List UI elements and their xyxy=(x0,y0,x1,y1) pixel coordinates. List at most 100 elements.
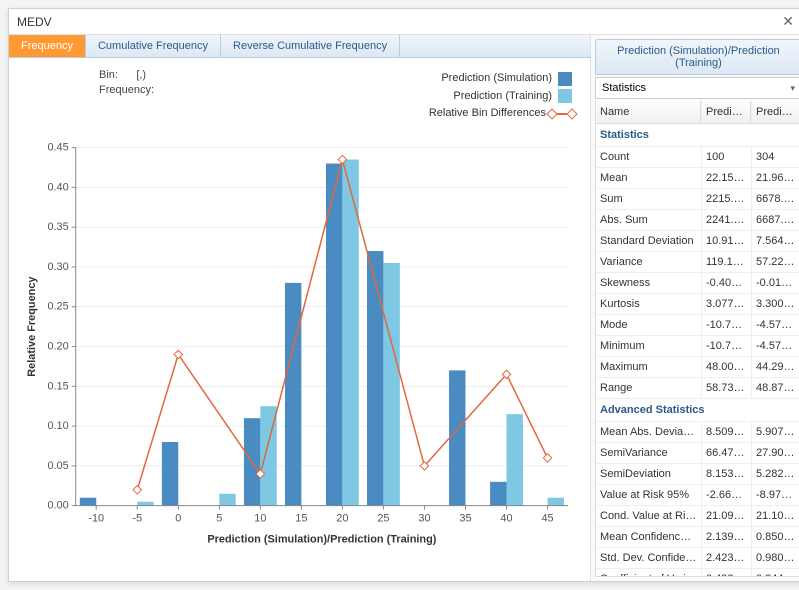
left-pane: Frequency Cumulative Frequency Reverse C… xyxy=(9,35,591,581)
stat-val-a: 2.42300... xyxy=(701,548,751,568)
svg-text:20: 20 xyxy=(336,513,348,525)
stats-header-row: Name Predicti... Predicti... xyxy=(596,101,799,124)
svg-text:35: 35 xyxy=(459,513,471,525)
svg-text:0.40: 0.40 xyxy=(47,181,68,193)
legend: Prediction (Simulation) Prediction (Trai… xyxy=(429,70,572,123)
titlebar: MEDV ✕ xyxy=(9,9,799,35)
stat-val-a: 21.0984... xyxy=(701,506,751,526)
stat-val-b: 48.8711... xyxy=(751,378,799,398)
stats-row: Count100304 xyxy=(596,147,799,168)
stats-row: Maximum48.0077...44.2917... xyxy=(596,357,799,378)
chart-svg: 0.000.050.100.150.200.250.300.350.400.45… xyxy=(21,126,578,577)
svg-text:0.25: 0.25 xyxy=(47,301,68,313)
tab-cumulative[interactable]: Cumulative Frequency xyxy=(86,35,221,57)
stats-row: Kurtosis3.07777...3.30054... xyxy=(596,294,799,315)
stat-name: Mean xyxy=(596,168,701,188)
svg-text:40: 40 xyxy=(500,513,512,525)
stat-name: Mean Confidence 95% xyxy=(596,527,701,547)
stat-val-a: 66.4743... xyxy=(701,443,751,463)
stat-name: Range xyxy=(596,378,701,398)
stats-row: Sum2215.74...6678.49... xyxy=(596,189,799,210)
stats-row: Mean22.1574...21.9687... xyxy=(596,168,799,189)
bin-readout: Bin: [,) Frequency: xyxy=(99,68,154,99)
svg-text:0.00: 0.00 xyxy=(47,500,68,512)
stats-row: Std. Dev. Confidence ...2.42300...0.9804… xyxy=(596,548,799,569)
stat-val-b: -8.9783... xyxy=(751,485,799,505)
legend-sim-swatch xyxy=(558,72,572,86)
stats-row: Mean Confidence 95%2.13976...0.85034... xyxy=(596,527,799,548)
stats-row: Coefficient of Variation0.49271...0.3443… xyxy=(596,569,799,577)
stat-val-a: -10.725... xyxy=(701,315,751,335)
stat-val-b: 44.2917... xyxy=(751,357,799,377)
tab-reverse-cumulative[interactable]: Reverse Cumulative Frequency xyxy=(221,35,400,57)
stat-val-b: -4.5793... xyxy=(751,315,799,335)
stat-val-b: 0.98048... xyxy=(751,548,799,568)
svg-text:15: 15 xyxy=(295,513,307,525)
legend-sim-label: Prediction (Simulation) xyxy=(441,70,552,88)
stat-name: Mode xyxy=(596,315,701,335)
frequency-label: Frequency: xyxy=(99,84,154,96)
stat-name: Coefficient of Variation xyxy=(596,569,701,577)
stat-val-b: 3.30054... xyxy=(751,294,799,314)
stats-dropdown[interactable]: Statistics ▾ xyxy=(595,77,799,99)
stat-name: SemiVariance xyxy=(596,443,701,463)
stat-val-b: 6678.49... xyxy=(751,189,799,209)
stat-name: Kurtosis xyxy=(596,294,701,314)
svg-text:0.20: 0.20 xyxy=(47,341,68,353)
chart-tabs: Frequency Cumulative Frequency Reverse C… xyxy=(9,35,590,58)
stat-val-a: 8.15317... xyxy=(701,464,751,484)
stats-table[interactable]: Name Predicti... Predicti... Statistics … xyxy=(595,101,799,577)
window: MEDV ✕ Frequency Cumulative Frequency Re… xyxy=(8,8,799,582)
stat-val-a: -0.4078... xyxy=(701,273,751,293)
legend-trn-label: Prediction (Training) xyxy=(453,88,552,106)
stat-val-a: -10.725... xyxy=(701,336,751,356)
legend-diff-line-icon xyxy=(552,113,572,115)
stats-header-name: Name xyxy=(596,101,701,123)
stat-name: Maximum xyxy=(596,357,701,377)
stat-val-a: 3.07777... xyxy=(701,294,751,314)
body: Frequency Cumulative Frequency Reverse C… xyxy=(9,35,799,581)
stats-row: Mean Abs. Deviation8.50929...5.90793... xyxy=(596,422,799,443)
stat-val-a: 119.188... xyxy=(701,252,751,272)
stat-val-b: -4.5793... xyxy=(751,336,799,356)
stats-dropdown-label: Statistics xyxy=(602,82,646,94)
stat-val-b: 27.9057... xyxy=(751,443,799,463)
stat-name: Std. Dev. Confidence ... xyxy=(596,548,701,568)
stat-val-b: 5.90793... xyxy=(751,422,799,442)
svg-text:30: 30 xyxy=(418,513,430,525)
stats-row: SemiDeviation8.15317...5.28259... xyxy=(596,464,799,485)
tab-frequency[interactable]: Frequency xyxy=(9,35,86,57)
stats-row: Cond. Value at Risk 9...21.0984...21.109… xyxy=(596,506,799,527)
stat-val-a: -2.6678... xyxy=(701,485,751,505)
svg-text:Relative Frequency: Relative Frequency xyxy=(26,276,38,377)
close-icon[interactable]: ✕ xyxy=(778,13,798,30)
stat-name: Sum xyxy=(596,189,701,209)
stats-group-advanced: Advanced Statistics xyxy=(596,399,799,422)
stats-row: SemiVariance66.4743...27.9057... xyxy=(596,443,799,464)
stat-val-b: 21.1096... xyxy=(751,506,799,526)
stat-val-b: 6687.65... xyxy=(751,210,799,230)
stat-name: Minimum xyxy=(596,336,701,356)
stats-group-basic: Statistics xyxy=(596,124,799,147)
stat-val-b: 304 xyxy=(751,147,799,167)
stat-name: Skewness xyxy=(596,273,701,293)
stat-val-a: 100 xyxy=(701,147,751,167)
stat-val-a: 10.9173... xyxy=(701,231,751,251)
stats-header-col2: Predicti... xyxy=(701,101,751,123)
stats-header-col3: Predicti... xyxy=(751,101,799,123)
legend-diff-label: Relative Bin Differences xyxy=(429,105,546,123)
stat-val-a: 2241.63... xyxy=(701,210,751,230)
stat-val-a: 2215.74... xyxy=(701,189,751,209)
svg-text:45: 45 xyxy=(541,513,553,525)
chart-plot[interactable]: 0.000.050.100.150.200.250.300.350.400.45… xyxy=(21,126,578,577)
stat-val-a: 22.1574... xyxy=(701,168,751,188)
svg-text:25: 25 xyxy=(377,513,389,525)
stats-tab[interactable]: Prediction (Simulation)/Prediction (Trai… xyxy=(595,39,799,75)
stat-val-b: 5.28259... xyxy=(751,464,799,484)
stat-val-b: 0.85034... xyxy=(751,527,799,547)
svg-text:0: 0 xyxy=(175,513,181,525)
right-pane: Prediction (Simulation)/Prediction (Trai… xyxy=(591,35,799,581)
stat-name: Variance xyxy=(596,252,701,272)
svg-text:0.15: 0.15 xyxy=(47,380,68,392)
stats-row: Variance119.188...57.2225... xyxy=(596,252,799,273)
